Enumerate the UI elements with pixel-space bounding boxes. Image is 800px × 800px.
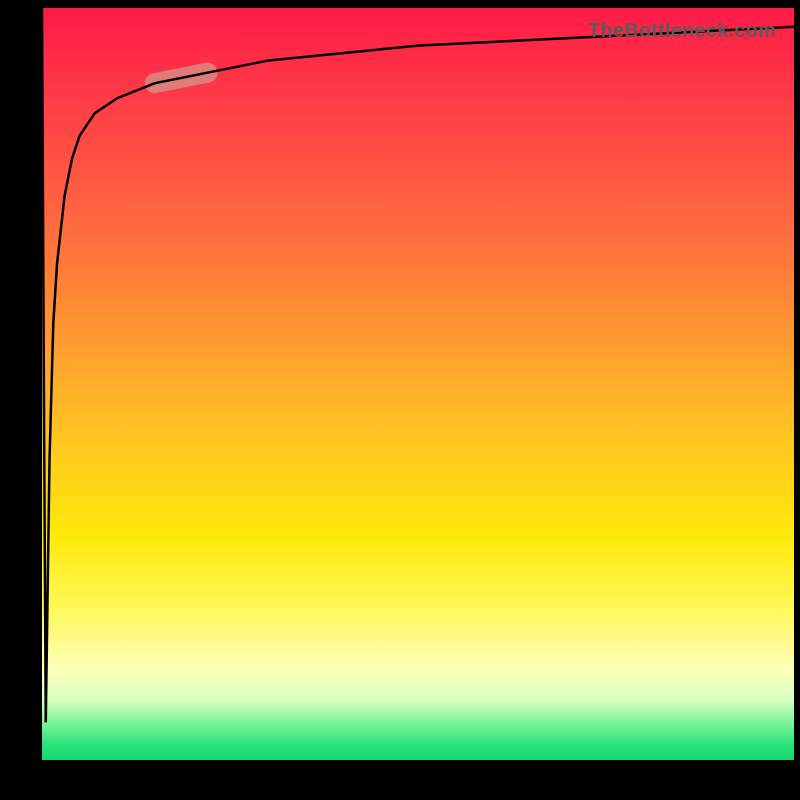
series-layer <box>42 8 794 760</box>
chart-frame: TheBottleneck.com <box>0 0 800 800</box>
plot-area: TheBottleneck.com <box>42 8 794 760</box>
bottleneck-curve <box>42 8 794 722</box>
attribution-text: TheBottleneck.com <box>588 20 776 43</box>
